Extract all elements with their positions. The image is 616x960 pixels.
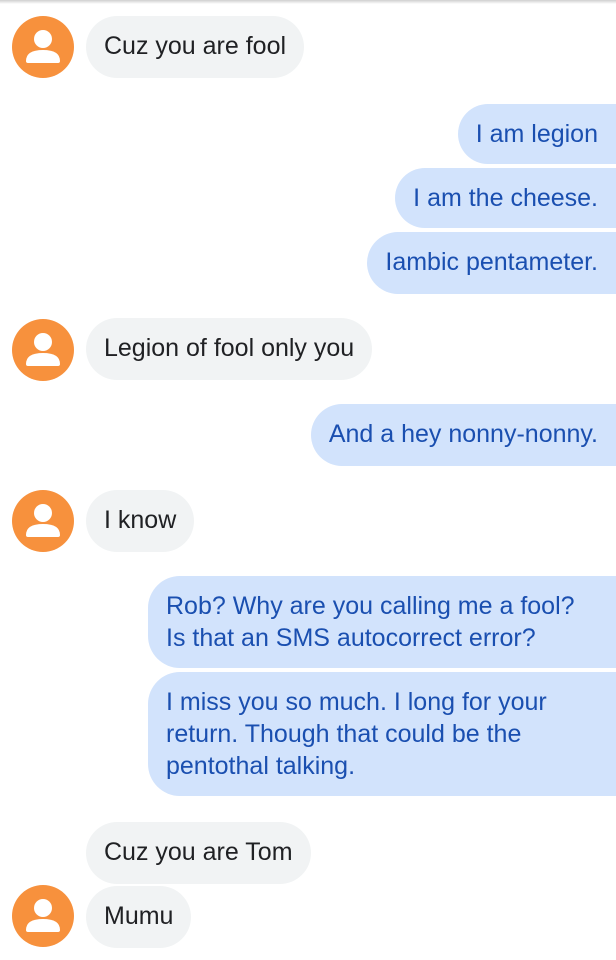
outgoing-message[interactable]: I miss you so much. I long for your retu…: [148, 672, 616, 796]
outgoing-message[interactable]: Iambic pentameter.: [367, 232, 616, 294]
contact-avatar[interactable]: [12, 885, 74, 947]
contact-avatar[interactable]: [12, 319, 74, 381]
incoming-message[interactable]: I know: [86, 490, 195, 552]
incoming-message[interactable]: Mumu: [86, 886, 192, 948]
person-icon: [26, 899, 60, 932]
incoming-message[interactable]: Cuz you are fool: [86, 16, 305, 78]
outgoing-message[interactable]: I am legion: [457, 104, 616, 164]
contact-avatar[interactable]: [12, 490, 74, 552]
incoming-message[interactable]: Cuz you are Tom: [86, 822, 311, 884]
outgoing-message[interactable]: And a hey nonny-nonny.: [310, 404, 616, 466]
outgoing-message[interactable]: I am the cheese.: [395, 168, 616, 228]
person-icon: [26, 504, 60, 537]
top-shadow: [0, 0, 616, 4]
person-icon: [26, 30, 60, 63]
person-icon: [26, 333, 60, 366]
outgoing-message[interactable]: Rob? Why are you calling me a fool? Is t…: [148, 576, 616, 668]
incoming-message[interactable]: Legion of fool only you: [86, 318, 373, 380]
contact-avatar[interactable]: [12, 16, 74, 78]
